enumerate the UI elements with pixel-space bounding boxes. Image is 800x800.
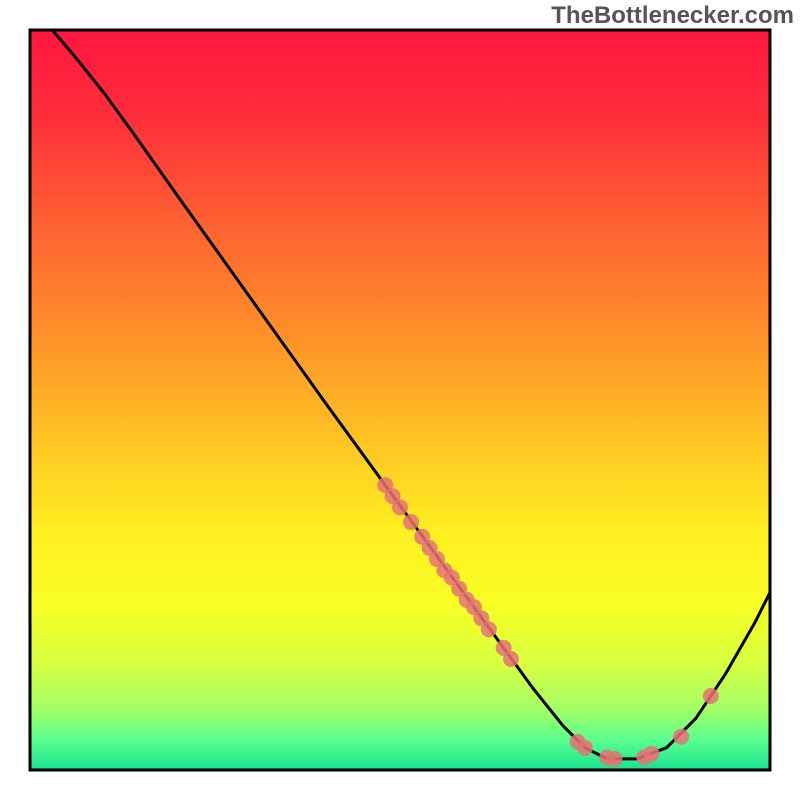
data-point bbox=[503, 651, 519, 667]
data-point bbox=[577, 740, 593, 756]
data-point bbox=[392, 499, 408, 515]
plot-area bbox=[30, 30, 770, 770]
data-point bbox=[607, 751, 623, 767]
chart-svg bbox=[0, 0, 800, 800]
plot-background bbox=[30, 30, 770, 770]
data-point bbox=[403, 514, 419, 530]
data-point bbox=[644, 746, 660, 762]
data-point bbox=[703, 688, 719, 704]
data-point bbox=[673, 729, 689, 745]
chart-root: TheBottlenecker.com bbox=[0, 0, 800, 800]
data-point bbox=[481, 621, 497, 637]
